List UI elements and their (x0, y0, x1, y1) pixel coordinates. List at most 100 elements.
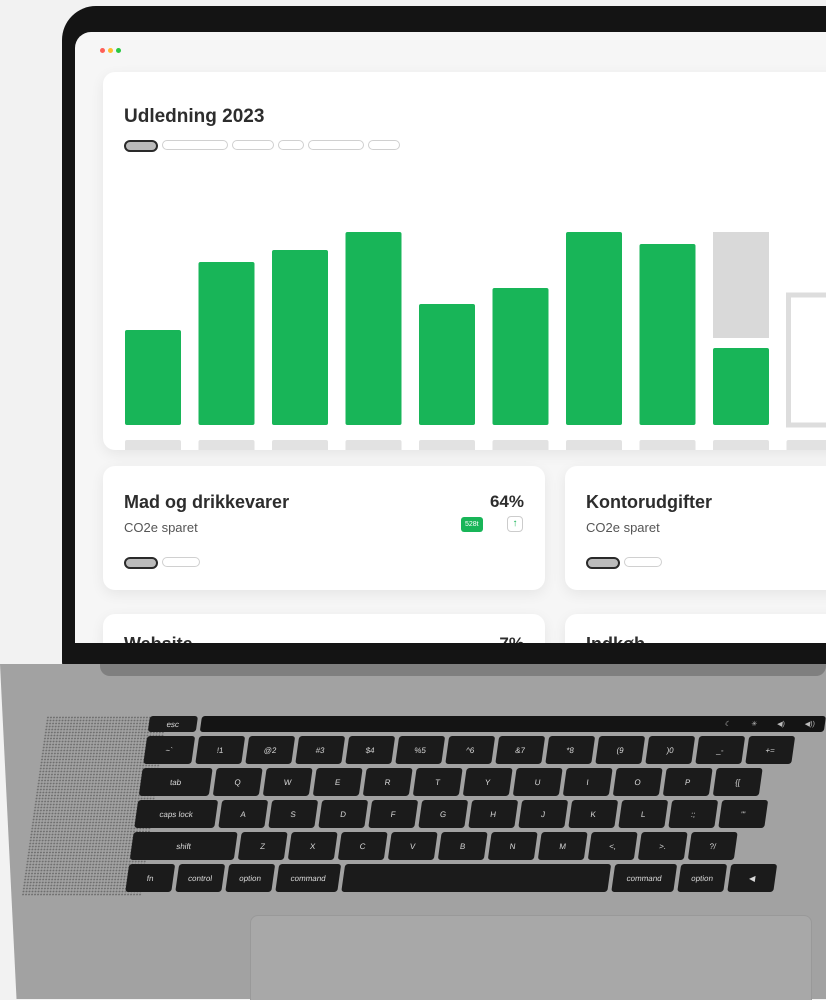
keyboard-key[interactable]: B (438, 832, 488, 860)
keyboard-key[interactable]: L (618, 800, 668, 828)
keyboard-key[interactable]: ◀ (727, 864, 777, 892)
minimize-dot[interactable] (108, 48, 113, 53)
category-card[interactable]: Kontorudgifter CO2e sparet (565, 466, 826, 590)
keyboard-key[interactable]: P (663, 768, 713, 796)
category-title: Kontorudgifter (586, 492, 712, 513)
keyboard-key[interactable]: F (368, 800, 418, 828)
category-card[interactable]: Indkøb (565, 614, 826, 643)
maximize-dot[interactable] (116, 48, 121, 53)
keyboard-key[interactable]: N (488, 832, 538, 860)
keyboard-key[interactable]: _- (695, 736, 745, 764)
keyboard-key[interactable]: Z (238, 832, 288, 860)
chart-bar[interactable] (419, 304, 475, 425)
touch-bar[interactable]: ☾ ✳ ◀) ◀)) (200, 716, 826, 732)
keyboard-key[interactable]: E (313, 768, 363, 796)
keyboard-key[interactable]: Q (213, 768, 263, 796)
filter-pill[interactable] (624, 557, 662, 567)
chart-tick-label (787, 440, 826, 450)
category-title: Website (124, 634, 193, 643)
keyboard-key[interactable]: V (388, 832, 438, 860)
volume-high-icon[interactable]: ◀)) (804, 720, 815, 728)
keyboard-key[interactable]: $4 (345, 736, 395, 764)
keyboard-key[interactable]: !1 (195, 736, 245, 764)
keyboard-row-home: caps lockASDFGHJKL:;"' (134, 800, 814, 828)
keyboard-key[interactable]: #3 (295, 736, 345, 764)
chart-tick-label (199, 440, 255, 450)
category-card[interactable]: Website 7% (103, 614, 545, 643)
keyboard-key[interactable]: ~` (143, 736, 195, 764)
keyboard-key[interactable]: *8 (545, 736, 595, 764)
keyboard-key[interactable]: D (318, 800, 368, 828)
keyboard-key[interactable]: += (745, 736, 795, 764)
brightness-icon[interactable]: ✳ (751, 720, 758, 728)
keyboard-key[interactable]: M (538, 832, 588, 860)
keyboard-key[interactable]: caps lock (134, 800, 218, 828)
keyboard-key[interactable]: control (175, 864, 225, 892)
arrow-up-icon: ↑ (507, 516, 523, 532)
keyboard-key[interactable]: command (611, 864, 677, 892)
keyboard-key[interactable]: {[ (713, 768, 763, 796)
keyboard-key[interactable]: T (413, 768, 463, 796)
keyboard-key[interactable]: U (513, 768, 563, 796)
volume-low-icon[interactable]: ◀) (777, 720, 786, 728)
keyboard-key[interactable]: H (468, 800, 518, 828)
filter-pill[interactable] (162, 557, 200, 567)
category-title: Mad og drikkevarer (124, 492, 289, 513)
keyboard-key[interactable]: J (518, 800, 568, 828)
category-card[interactable]: Mad og drikkevarer CO2e sparet 64% 528t … (103, 466, 545, 590)
chart-bar[interactable] (713, 348, 769, 425)
keyboard-key[interactable]: option (677, 864, 727, 892)
keyboard-key[interactable]: (9 (595, 736, 645, 764)
close-dot[interactable] (100, 48, 105, 53)
chart-bar-forecast[interactable] (789, 295, 826, 425)
keyboard-key[interactable]: C (338, 832, 388, 860)
moon-icon[interactable]: ☾ (724, 720, 731, 728)
keyboard-key[interactable]: S (268, 800, 318, 828)
keyboard-key[interactable]: ^6 (445, 736, 495, 764)
key-space[interactable] (341, 864, 611, 892)
keyboard-key[interactable]: K (568, 800, 618, 828)
keyboard-key[interactable]: G (418, 800, 468, 828)
keyboard-key[interactable]: Y (463, 768, 513, 796)
chart-bar[interactable] (566, 232, 622, 425)
category-subtitle: CO2e sparet (124, 520, 198, 535)
keyboard-key[interactable]: W (263, 768, 313, 796)
category-title: Indkøb (586, 634, 645, 643)
keyboard-key[interactable]: I (563, 768, 613, 796)
chart-bar[interactable] (125, 330, 181, 425)
chart-tick-label (713, 440, 769, 450)
keyboard-key[interactable]: )0 (645, 736, 695, 764)
category-pills (586, 557, 662, 569)
keyboard-key[interactable]: ?/ (688, 832, 738, 860)
keyboard-key[interactable]: A (218, 800, 268, 828)
keyboard-key[interactable]: "' (718, 800, 768, 828)
savings-badge: 528t (461, 517, 483, 532)
keyboard-key[interactable]: :; (668, 800, 718, 828)
keyboard-key[interactable]: fn (125, 864, 175, 892)
keyboard-key[interactable]: <, (588, 832, 638, 860)
keyboard-key[interactable]: %5 (395, 736, 445, 764)
keyboard-key[interactable]: command (275, 864, 341, 892)
keyboard-key[interactable]: &7 (495, 736, 545, 764)
keyboard-key[interactable]: @2 (245, 736, 295, 764)
keyboard-key[interactable]: R (363, 768, 413, 796)
keyboard-key[interactable]: O (613, 768, 663, 796)
chart-bar[interactable] (493, 288, 549, 425)
trackpad[interactable] (250, 915, 812, 1000)
chart-tick-label (493, 440, 549, 450)
keyboard-key[interactable]: shift (130, 832, 238, 860)
chart-bar[interactable] (640, 244, 696, 425)
keyboard-key[interactable]: tab (139, 768, 213, 796)
chart-bar[interactable] (199, 262, 255, 425)
keyboard-key[interactable]: X (288, 832, 338, 860)
keyboard-row-shift: shiftZXCVBNM<,>.?/ (130, 832, 810, 860)
filter-pill[interactable] (586, 557, 620, 569)
laptop-screen: Udledning 2023 Mad og drikkevarer CO2e s… (75, 32, 826, 643)
keyboard-key[interactable]: >. (638, 832, 688, 860)
chart-bar[interactable] (272, 250, 328, 425)
filter-pill[interactable] (124, 557, 158, 569)
key-esc[interactable]: esc (148, 716, 198, 732)
chart-bar[interactable] (346, 232, 402, 425)
chart-bar-target[interactable] (713, 232, 769, 338)
keyboard-key[interactable]: option (225, 864, 275, 892)
